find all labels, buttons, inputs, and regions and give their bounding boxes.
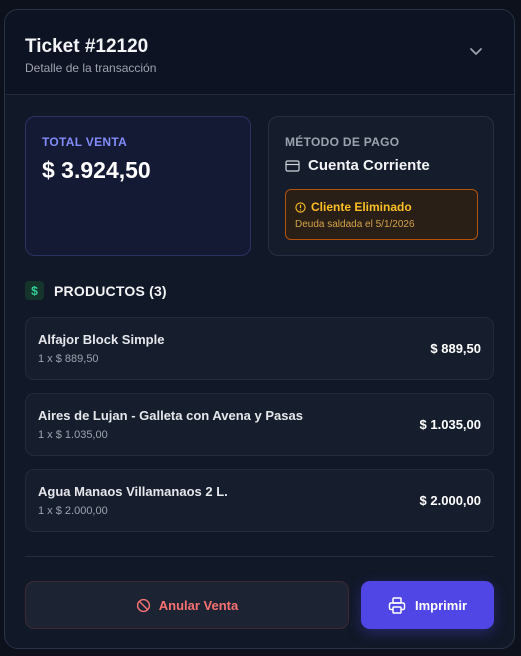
ticket-subtitle: Detalle de la transacción [25,61,157,75]
alert-title: Cliente Eliminado [311,200,412,214]
products-heading: $ PRODUCTOS (3) [25,281,167,300]
product-item: Aires de Lujan - Galleta con Avena y Pas… [25,393,494,456]
product-quantity: 1 x $ 889,50 [38,353,99,365]
product-price: $ 889,50 [430,341,481,356]
total-card: TOTAL VENTA $ 3.924,50 [25,116,251,256]
total-label: TOTAL VENTA [42,135,128,149]
ticket-title: Ticket #12120 [25,36,149,57]
payment-method: Cuenta Corriente [308,157,430,174]
product-item: Alfajor Block Simple 1 x $ 889,50 $ 889,… [25,317,494,380]
product-item: Agua Manaos Villamanaos 2 L. 1 x $ 2.000… [25,469,494,532]
alert-title-row: Cliente Eliminado [295,200,412,214]
product-price: $ 1.035,00 [419,417,481,432]
product-quantity: 1 x $ 1.035,00 [38,429,108,441]
alert-circle-icon [295,201,306,213]
payment-label: MÉTODO DE PAGO [285,135,400,149]
print-button[interactable]: Imprimir [361,581,494,629]
chevron-down-icon[interactable] [468,43,484,59]
printer-icon [388,596,406,614]
divider [25,556,494,557]
dollar-icon: $ [25,281,44,300]
cancel-sale-label: Anular Venta [158,597,239,613]
ban-icon [136,598,151,613]
product-price: $ 2.000,00 [419,493,481,508]
cancel-sale-button[interactable]: Anular Venta [25,581,349,629]
products-title: PRODUCTOS (3) [54,282,167,299]
product-quantity: 1 x $ 2.000,00 [38,505,108,517]
ticket-modal: Ticket #12120 Detalle de la transacción … [4,9,515,649]
alert-detail: Deuda saldada el 5/1/2026 [295,219,415,230]
product-name: Agua Manaos Villamanaos 2 L. [38,484,228,499]
product-name: Aires de Lujan - Galleta con Avena y Pas… [38,408,303,423]
product-name: Alfajor Block Simple [38,332,165,347]
credit-card-icon [285,159,300,172]
modal-header: Ticket #12120 Detalle de la transacción [5,10,514,95]
payment-card: MÉTODO DE PAGO Cuenta Corriente Cliente … [268,116,494,256]
print-label: Imprimir [414,597,467,613]
payment-method-row: Cuenta Corriente [285,157,430,174]
total-value: $ 3.924,50 [42,157,151,183]
deleted-client-alert: Cliente Eliminado Deuda saldada el 5/1/2… [285,189,478,240]
